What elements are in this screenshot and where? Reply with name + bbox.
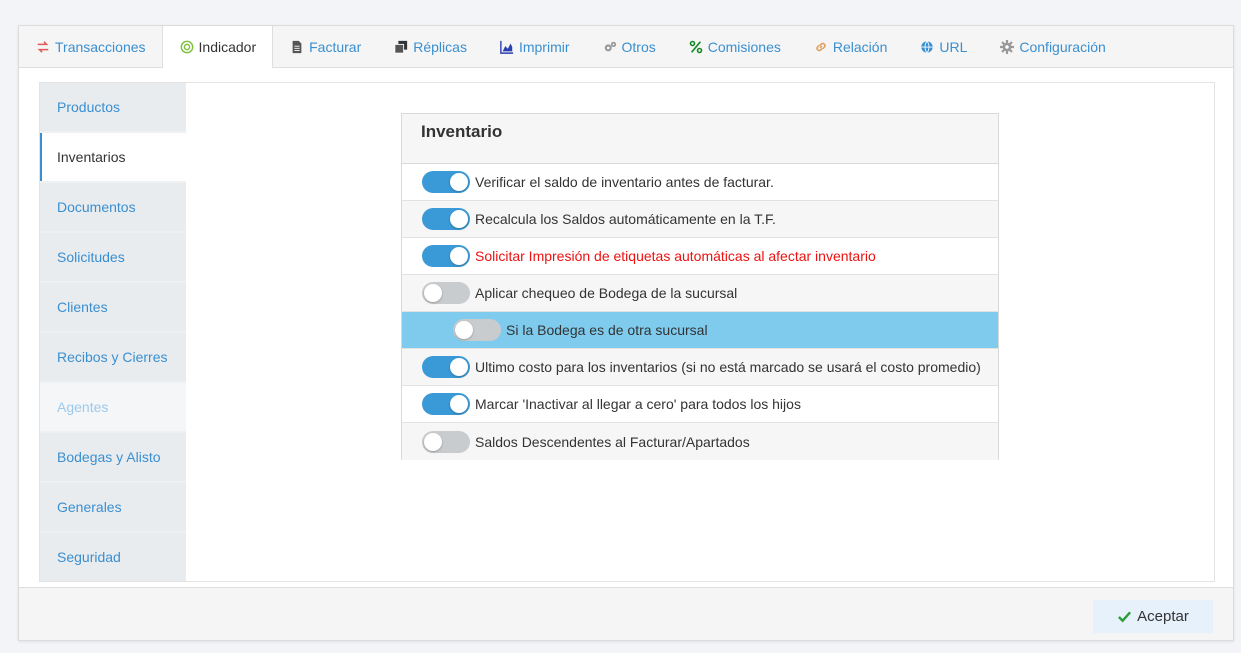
setting-label: Ultimo costo para los inventarios (si no… [475, 359, 981, 375]
tab-replicas[interactable]: Réplicas [377, 26, 483, 67]
tab-url[interactable]: URL [903, 26, 983, 67]
setting-label: Aplicar chequeo de Bodega de la sucursal [475, 285, 738, 301]
sidebar-item-documentos[interactable]: Documentos [40, 183, 186, 231]
area-chart-icon [499, 39, 515, 55]
tab-relacion[interactable]: Relación [797, 26, 903, 67]
toggle-knob [424, 432, 442, 451]
setting-row: Ultimo costo para los inventarios (si no… [402, 349, 998, 386]
copy-icon [393, 39, 409, 55]
settings-window: Transacciones Indicador Facturar Réplica… [18, 25, 1234, 641]
toggle-switch[interactable] [422, 282, 470, 304]
toggle-switch[interactable] [422, 208, 470, 230]
accept-button[interactable]: Aceptar [1093, 600, 1213, 633]
sidebar-item-generales[interactable]: Generales [40, 483, 186, 531]
setting-row: Marcar 'Inactivar al llegar a cero' para… [402, 386, 998, 423]
toggle-knob [424, 284, 442, 302]
cogs-icon [602, 39, 618, 55]
link-icon [813, 39, 829, 55]
setting-label: Solicitar Impresión de etiquetas automát… [475, 248, 876, 264]
tab-bar: Transacciones Indicador Facturar Réplica… [19, 26, 1233, 68]
toggle-switch[interactable] [453, 319, 501, 341]
tab-label: Otros [621, 38, 656, 55]
setting-label: Saldos Descendentes al Facturar/Apartado… [475, 433, 750, 450]
content-frame: Productos Inventarios Documentos Solicit… [39, 82, 1215, 582]
tab-label: Configuración [1019, 38, 1106, 55]
gear-icon [999, 39, 1015, 55]
sidebar-item-clientes[interactable]: Clientes [40, 283, 186, 331]
setting-label: Recalcula los Saldos automáticamente en … [475, 211, 776, 227]
tab-label: Facturar [309, 38, 362, 55]
setting-row: Saldos Descendentes al Facturar/Apartado… [402, 423, 998, 460]
toggle-knob [450, 358, 468, 376]
toggle-knob [450, 173, 468, 191]
setting-row-sub: Si la Bodega es de otra sucursal [402, 312, 998, 349]
toggle-knob [450, 247, 468, 265]
tab-label: Réplicas [413, 38, 467, 55]
toggle-knob [455, 321, 473, 339]
tab-label: Imprimir [518, 38, 570, 55]
tab-comisiones[interactable]: Comisiones [672, 26, 797, 67]
sidebar: Productos Inventarios Documentos Solicit… [40, 83, 186, 581]
toggle-switch[interactable] [422, 356, 470, 378]
accept-label: Aceptar [1137, 608, 1189, 625]
toggle-switch[interactable] [422, 393, 470, 415]
tab-label: Comisiones [707, 38, 781, 55]
toggle-switch[interactable] [422, 430, 470, 453]
percent-icon [688, 39, 704, 55]
sidebar-item-seguridad[interactable]: Seguridad [40, 533, 186, 581]
tab-label: URL [939, 38, 968, 55]
check-icon [1117, 609, 1132, 624]
tab-indicador[interactable]: Indicador [161, 26, 274, 68]
tab-otros[interactable]: Otros [586, 26, 672, 67]
sidebar-item-solicitudes[interactable]: Solicitudes [40, 233, 186, 281]
toggle-switch[interactable] [422, 245, 470, 267]
globe-icon [919, 39, 935, 55]
sidebar-item-bodegas-y-alisto[interactable]: Bodegas y Alisto [40, 433, 186, 481]
tab-label: Relación [832, 38, 888, 55]
setting-row: Verificar el saldo de inventario antes d… [402, 164, 998, 201]
tab-transacciones[interactable]: Transacciones [19, 26, 162, 67]
tab-imprimir[interactable]: Imprimir [483, 26, 586, 67]
sidebar-item-agentes: Agentes [40, 383, 186, 431]
exchange-icon [35, 39, 51, 55]
document-icon [289, 39, 305, 55]
footer-bar: Aceptar [19, 587, 1233, 640]
toggle-knob [450, 395, 468, 413]
setting-label: Si la Bodega es de otra sucursal [506, 322, 708, 338]
toggle-switch[interactable] [422, 171, 470, 193]
sidebar-item-productos[interactable]: Productos [40, 83, 186, 131]
setting-row: Solicitar Impresión de etiquetas automát… [402, 238, 998, 275]
sidebar-item-recibos-y-cierres[interactable]: Recibos y Cierres [40, 333, 186, 381]
tab-label: Indicador [198, 39, 257, 55]
tab-label: Transacciones [55, 38, 146, 55]
tab-configuracion[interactable]: Configuración [983, 26, 1121, 67]
tab-facturar[interactable]: Facturar [273, 26, 377, 67]
setting-label: Verificar el saldo de inventario antes d… [475, 174, 774, 190]
target-icon [179, 39, 195, 55]
toggle-knob [450, 210, 468, 228]
panel-title: Inventario [402, 114, 998, 164]
setting-label: Marcar 'Inactivar al llegar a cero' para… [475, 396, 801, 412]
setting-row: Aplicar chequeo de Bodega de la sucursal [402, 275, 998, 312]
setting-row: Recalcula los Saldos automáticamente en … [402, 201, 998, 238]
inventario-panel: Inventario Verificar el saldo de inventa… [401, 113, 999, 460]
sidebar-item-inventarios[interactable]: Inventarios [40, 133, 186, 181]
